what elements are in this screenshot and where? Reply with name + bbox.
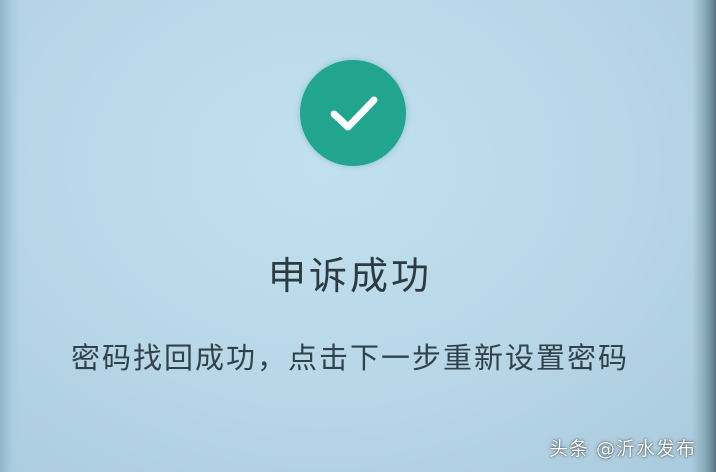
success-message: 密码找回成功，点击下一步重新设置密码 [70, 341, 629, 375]
source-watermark: 头条 @沂水发布 [548, 438, 696, 460]
screen-right-edge [692, 0, 716, 472]
checkmark-glyph [330, 96, 378, 131]
checkmark-icon [300, 60, 406, 166]
screen-left-edge [0, 0, 20, 472]
page-title: 申诉成功 [267, 254, 432, 298]
success-screen: 申诉成功 密码找回成功，点击下一步重新设置密码 头条 @沂水发布 [0, 0, 716, 472]
